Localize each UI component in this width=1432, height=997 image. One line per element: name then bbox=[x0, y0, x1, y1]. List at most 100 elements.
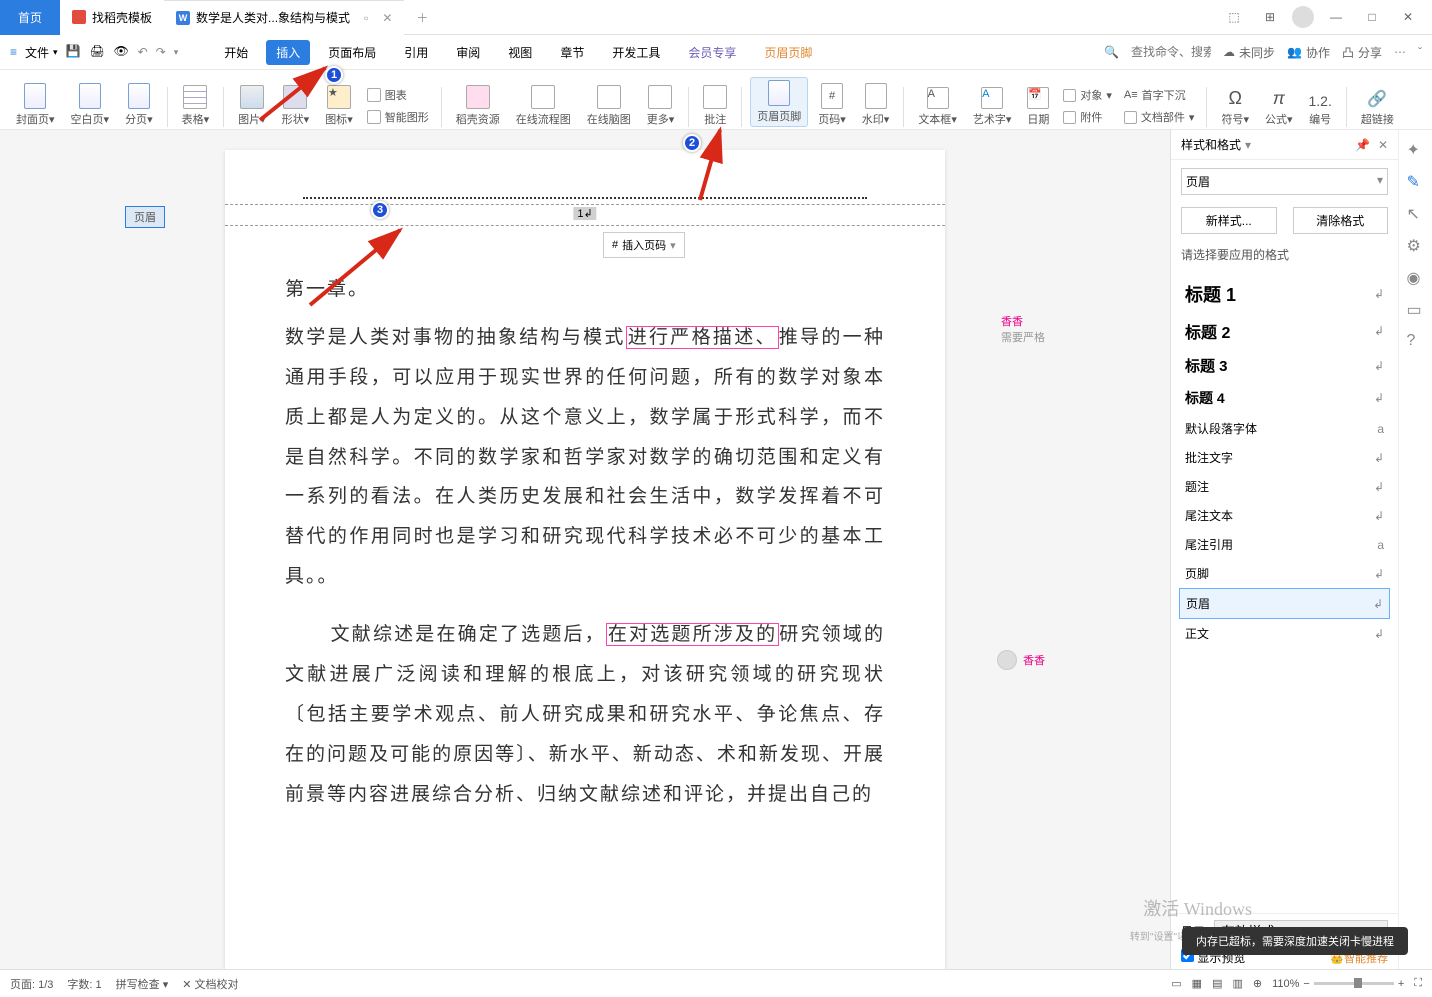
zoom-control[interactable]: 110% − + bbox=[1272, 978, 1404, 990]
style-item[interactable]: 标题 3↲ bbox=[1179, 349, 1390, 382]
style-item[interactable]: 标题 4↲ bbox=[1179, 382, 1390, 414]
style-item[interactable]: 尾注文本↲ bbox=[1179, 501, 1390, 530]
status-page[interactable]: 页面: 1/3 bbox=[10, 976, 53, 992]
textbox-button[interactable]: A文本框▾ bbox=[912, 87, 963, 127]
object-button[interactable]: 对象▾ bbox=[1059, 85, 1116, 105]
side-tool-2[interactable]: ✎ bbox=[1407, 172, 1425, 190]
docpart-button[interactable]: 文档部件▾ bbox=[1120, 107, 1199, 127]
style-item[interactable]: 页眉↲ bbox=[1179, 588, 1390, 619]
close-button[interactable]: ✕ bbox=[1394, 3, 1422, 31]
search-input[interactable] bbox=[1131, 45, 1211, 59]
page-break-button[interactable]: 分页▾ bbox=[119, 83, 159, 127]
undo-icon[interactable]: ↶ bbox=[138, 45, 148, 59]
smartart-button[interactable]: 智能图形 bbox=[363, 107, 433, 127]
flowchart-button[interactable]: 在线流程图 bbox=[510, 85, 577, 127]
blank-page-button[interactable]: 空白页▾ bbox=[65, 83, 116, 127]
style-item[interactable]: 页脚↲ bbox=[1179, 559, 1390, 588]
shape-button[interactable]: 形状▾ bbox=[276, 85, 316, 127]
redo-icon[interactable]: ↷ bbox=[156, 45, 166, 59]
attach-button[interactable]: 附件 bbox=[1059, 107, 1116, 127]
more-icon[interactable]: ⋯ bbox=[1394, 45, 1406, 59]
comment-button[interactable]: 批注 bbox=[697, 85, 733, 127]
headerfooter-button[interactable]: 页眉页脚 bbox=[750, 77, 808, 127]
status-spell[interactable]: 拼写检查 ▾ bbox=[116, 976, 169, 992]
preview-icon[interactable]: 👁 bbox=[114, 44, 130, 60]
collapse-icon[interactable]: ˇ bbox=[1418, 45, 1422, 59]
menu-reference[interactable]: 引用 bbox=[394, 40, 438, 65]
avatar[interactable] bbox=[1292, 6, 1314, 28]
menu-review[interactable]: 审阅 bbox=[446, 40, 490, 65]
comment-thread-1[interactable]: 香香 需要严格 bbox=[1001, 313, 1045, 345]
style-item[interactable]: 标题 2↲ bbox=[1179, 313, 1390, 349]
fullscreen-icon[interactable]: ⛶ bbox=[1414, 977, 1422, 990]
side-tool-3[interactable]: ↖ bbox=[1407, 204, 1425, 222]
date-button[interactable]: 📅日期 bbox=[1021, 87, 1055, 127]
formula-button[interactable]: π公式▾ bbox=[1259, 88, 1299, 127]
close-icon[interactable]: ✕ bbox=[382, 11, 392, 25]
side-tool-6[interactable]: ▭ bbox=[1407, 300, 1425, 318]
mindmap-button[interactable]: 在线脑图 bbox=[581, 85, 637, 127]
tab-menu-icon[interactable]: ▫ bbox=[364, 11, 368, 25]
style-item[interactable]: 题注↲ bbox=[1179, 472, 1390, 501]
view-mode-2[interactable]: ▦ bbox=[1192, 977, 1202, 990]
menu-devtools[interactable]: 开发工具 bbox=[602, 40, 670, 65]
cover-button[interactable]: 封面页▾ bbox=[10, 83, 61, 127]
save-icon[interactable]: 💾 bbox=[66, 44, 82, 60]
layout-icon[interactable]: ⬚ bbox=[1220, 3, 1248, 31]
menu-view[interactable]: 视图 bbox=[498, 40, 542, 65]
pagenum-button[interactable]: #页码▾ bbox=[812, 83, 852, 127]
style-item[interactable]: 标题 1↲ bbox=[1179, 275, 1390, 313]
tab-home[interactable]: 首页 bbox=[0, 0, 60, 35]
menu-headerfooter[interactable]: 页眉页脚 bbox=[754, 40, 822, 65]
new-tab-button[interactable]: ＋ bbox=[404, 0, 440, 35]
new-style-button[interactable]: 新样式... bbox=[1181, 207, 1277, 234]
symbol-button[interactable]: Ω符号▾ bbox=[1215, 88, 1255, 127]
menu-insert[interactable]: 插入 bbox=[266, 40, 310, 65]
tab-document[interactable]: W 数学是人类对...象结构与模式 ▫ ✕ bbox=[164, 0, 404, 35]
pin-icon[interactable]: 📌 bbox=[1355, 138, 1370, 152]
numbering-button[interactable]: 1.2.编号 bbox=[1303, 93, 1338, 127]
menu-start[interactable]: 开始 bbox=[214, 40, 258, 65]
memory-toast[interactable]: 内存已超标，需要深度加速关闭卡慢进程 bbox=[1182, 927, 1408, 955]
image-button[interactable]: 图片▾ bbox=[232, 85, 272, 127]
chevron-down-icon[interactable]: ▾ bbox=[1245, 138, 1251, 152]
current-style-select[interactable]: 页眉▾ bbox=[1181, 168, 1388, 195]
side-tool-7[interactable]: ? bbox=[1407, 332, 1425, 350]
share-button[interactable]: 凸分享 bbox=[1342, 44, 1382, 61]
style-item[interactable]: 默认段落字体a bbox=[1179, 414, 1390, 443]
view-mode-1[interactable]: ▭ bbox=[1171, 977, 1181, 990]
style-item[interactable]: 正文↲ bbox=[1179, 619, 1390, 648]
style-item[interactable]: 尾注引用a bbox=[1179, 530, 1390, 559]
maximize-button[interactable]: □ bbox=[1358, 3, 1386, 31]
collab-button[interactable]: 👥协作 bbox=[1287, 44, 1330, 61]
table-button[interactable]: 表格▾ bbox=[176, 85, 216, 127]
chart-button[interactable]: 图表 bbox=[363, 85, 433, 105]
insert-pagenum-button[interactable]: # 插入页码 ▾ bbox=[603, 232, 685, 258]
wordart-button[interactable]: A艺术字▾ bbox=[967, 87, 1018, 127]
menu-member[interactable]: 会员专享 bbox=[678, 40, 746, 65]
comment-thread-2[interactable]: 香香 bbox=[997, 650, 1045, 670]
firstdrop-button[interactable]: A≡首字下沉 bbox=[1120, 85, 1199, 105]
menu-chapter[interactable]: 章节 bbox=[550, 40, 594, 65]
hyperlink-button[interactable]: 🔗超链接 bbox=[1355, 89, 1400, 127]
status-chars[interactable]: 字数: 1 bbox=[67, 976, 101, 992]
menu-pagelayout[interactable]: 页面布局 bbox=[318, 40, 386, 65]
document-canvas[interactable]: 页眉 1↲ # 插入页码 ▾ 第一章。 数学是人类对事物的抽象结构与模式进行严格… bbox=[0, 130, 1170, 972]
icon-button[interactable]: ★图标▾ bbox=[319, 85, 359, 127]
resource-button[interactable]: 稻壳资源 bbox=[450, 85, 506, 127]
clear-format-button[interactable]: 清除格式 bbox=[1293, 207, 1389, 234]
close-icon[interactable]: ✕ bbox=[1378, 138, 1388, 152]
tab-template[interactable]: 找稻壳模板 bbox=[60, 0, 164, 35]
more-button[interactable]: 更多▾ bbox=[641, 85, 681, 127]
menu-icon[interactable]: ≡ bbox=[10, 45, 17, 59]
watermark-button[interactable]: 水印▾ bbox=[856, 83, 896, 127]
status-proof[interactable]: ✕ 文档校对 bbox=[182, 976, 238, 992]
view-mode-3[interactable]: ▤ bbox=[1212, 977, 1222, 990]
file-menu[interactable]: 文件 ▾ bbox=[25, 44, 58, 61]
document-body[interactable]: 第一章。 数学是人类对事物的抽象结构与模式进行严格描述、推导的一种通用手段，可以… bbox=[285, 270, 885, 815]
header-zone[interactable]: 1↲ bbox=[225, 204, 945, 226]
side-tool-1[interactable]: ✦ bbox=[1407, 140, 1425, 158]
side-tool-5[interactable]: ◉ bbox=[1407, 268, 1425, 286]
side-tool-4[interactable]: ⚙ bbox=[1407, 236, 1425, 254]
sync-button[interactable]: ☁未同步 bbox=[1223, 44, 1275, 61]
